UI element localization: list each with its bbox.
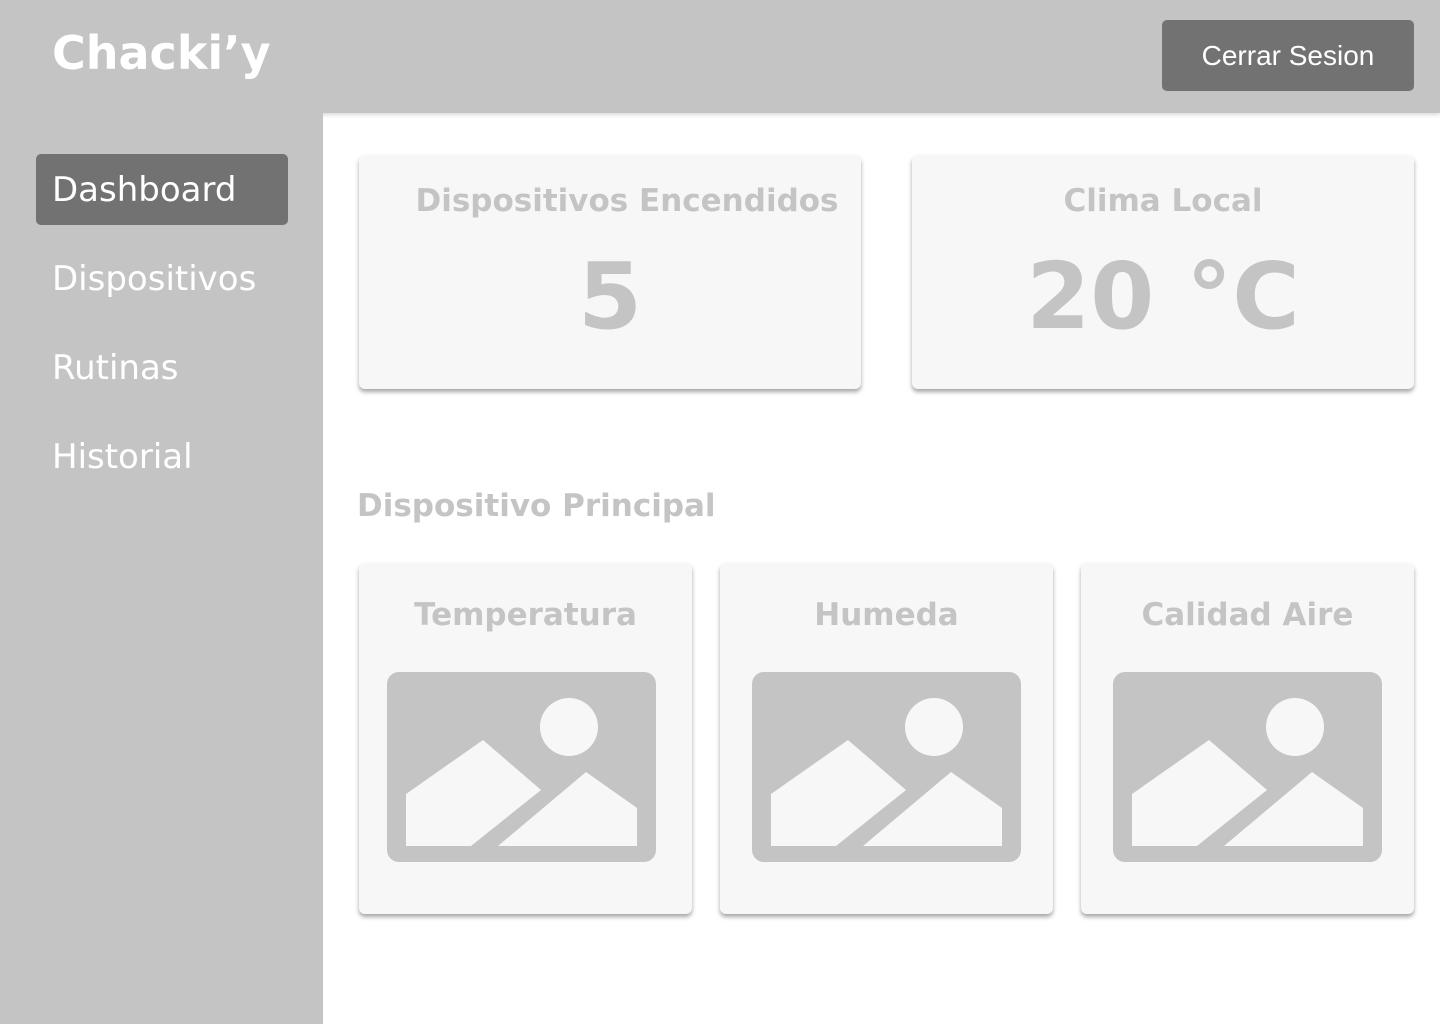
image-placeholder-icon (387, 672, 656, 862)
app-logo: Chacki’y (52, 26, 271, 80)
card-value: 5 (577, 243, 642, 350)
sidebar: Dashboard Dispositivos Rutinas Historial (0, 113, 323, 1024)
sensor-card-temperatura[interactable]: Temperatura (359, 563, 692, 914)
sidebar-item-historial[interactable]: Historial (36, 421, 288, 492)
card-title: Temperatura (414, 597, 637, 633)
card-title: Dispositivos Encendidos (415, 183, 839, 219)
weather-card: Clima Local 20 °C (912, 155, 1414, 389)
image-placeholder-icon (752, 672, 1021, 862)
image-placeholder-icon (1113, 672, 1382, 862)
top-bar: Chacki’y Cerrar Sesion (0, 0, 1440, 113)
card-title: Humeda (814, 597, 959, 633)
devices-on-card: Dispositivos Encendidos 5 (359, 155, 861, 389)
sidebar-item-rutinas[interactable]: Rutinas (36, 332, 288, 403)
logout-button[interactable]: Cerrar Sesion (1162, 20, 1414, 91)
sidebar-item-dispositivos[interactable]: Dispositivos (36, 243, 288, 314)
card-title: Clima Local (1063, 183, 1263, 219)
sensor-card-calidad-aire[interactable]: Calidad Aire (1081, 563, 1414, 914)
card-value: 20 °C (1026, 243, 1300, 350)
sensor-card-humeda[interactable]: Humeda (720, 563, 1053, 914)
card-title: Calidad Aire (1141, 597, 1354, 633)
sidebar-item-dashboard[interactable]: Dashboard (36, 154, 288, 225)
section-title: Dispositivo Principal (357, 488, 716, 524)
